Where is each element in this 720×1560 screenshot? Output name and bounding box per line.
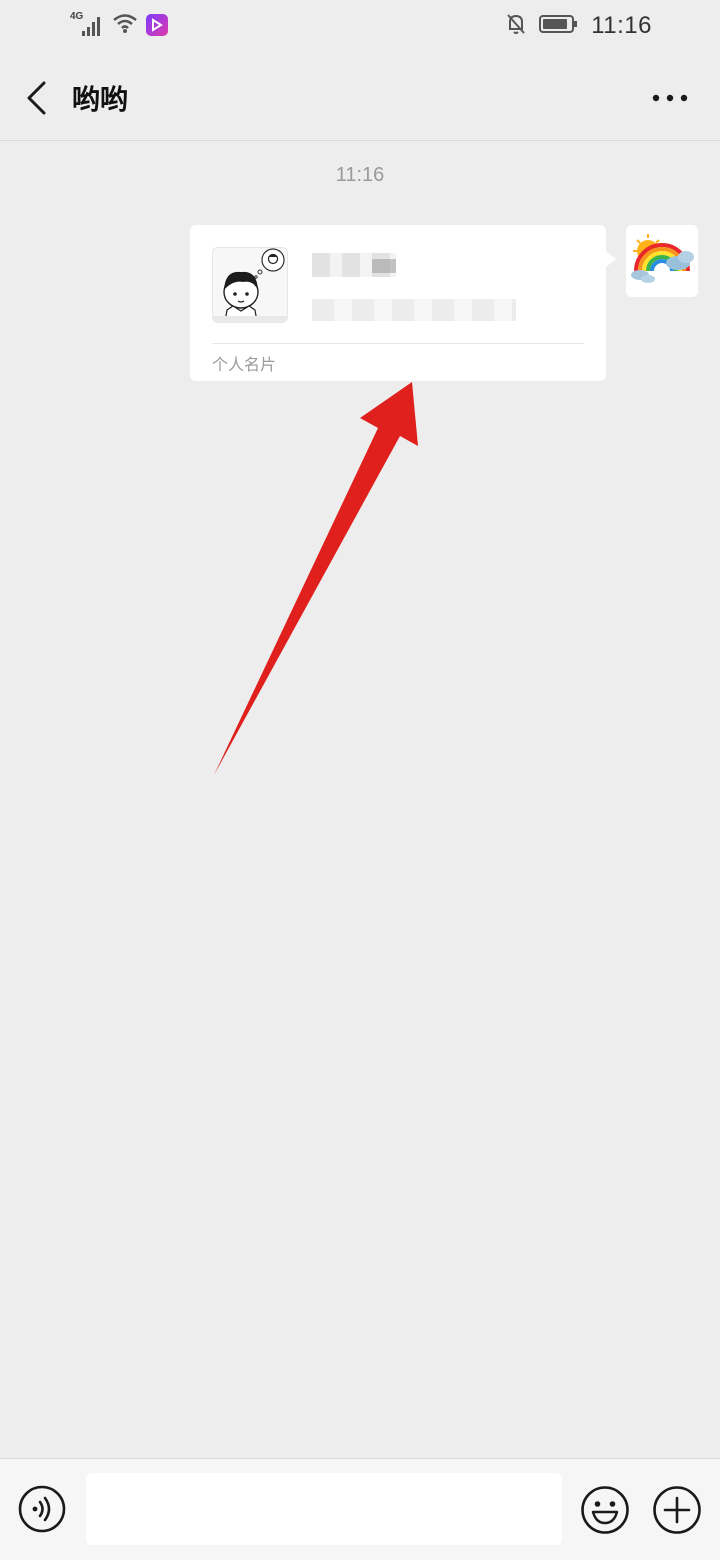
plus-button[interactable] bbox=[652, 1485, 702, 1535]
arrow-shape bbox=[214, 382, 418, 775]
status-bar: 4G 11:16 bbox=[0, 0, 720, 56]
emoji-button[interactable] bbox=[580, 1485, 630, 1535]
card-type-label: 个人名片 bbox=[212, 355, 277, 374]
plus-icon bbox=[653, 1486, 701, 1534]
more-button[interactable] bbox=[650, 78, 690, 118]
status-clock: 11:16 bbox=[591, 12, 652, 39]
chat-screen: 4G 11:16 哟哟 11:16 个人名片 bbox=[0, 0, 720, 1560]
wifi-icon bbox=[112, 12, 138, 38]
chevron-left-icon bbox=[27, 81, 46, 115]
cartoon-boy-avatar bbox=[212, 247, 288, 323]
chat-title: 哟哟 bbox=[72, 83, 129, 116]
voice-button[interactable] bbox=[18, 1485, 66, 1533]
voice-icon bbox=[18, 1485, 66, 1533]
emoji-icon bbox=[581, 1486, 629, 1534]
card-contact-name-blurred bbox=[312, 253, 396, 277]
contact-card-message[interactable]: 个人名片 bbox=[190, 225, 616, 381]
nav-bar: 哟哟 bbox=[0, 56, 720, 141]
message-timestamp: 11:16 bbox=[335, 164, 385, 186]
mute-bell-icon bbox=[505, 12, 527, 40]
signal-icon: 4G bbox=[70, 11, 104, 37]
battery-icon bbox=[539, 13, 579, 39]
status-right: 11:16 bbox=[505, 12, 652, 40]
card-contact-id-blurred bbox=[312, 299, 516, 321]
card-divider bbox=[212, 343, 584, 344]
back-button[interactable] bbox=[18, 76, 54, 120]
network-label: 4G bbox=[70, 11, 84, 22]
app-badge-icon bbox=[146, 14, 168, 36]
more-dots-icon bbox=[652, 94, 688, 102]
message-input[interactable] bbox=[86, 1473, 562, 1545]
rainbow-sun-avatar[interactable] bbox=[626, 225, 698, 297]
input-bar bbox=[0, 1458, 720, 1560]
status-left: 4G bbox=[70, 11, 168, 38]
